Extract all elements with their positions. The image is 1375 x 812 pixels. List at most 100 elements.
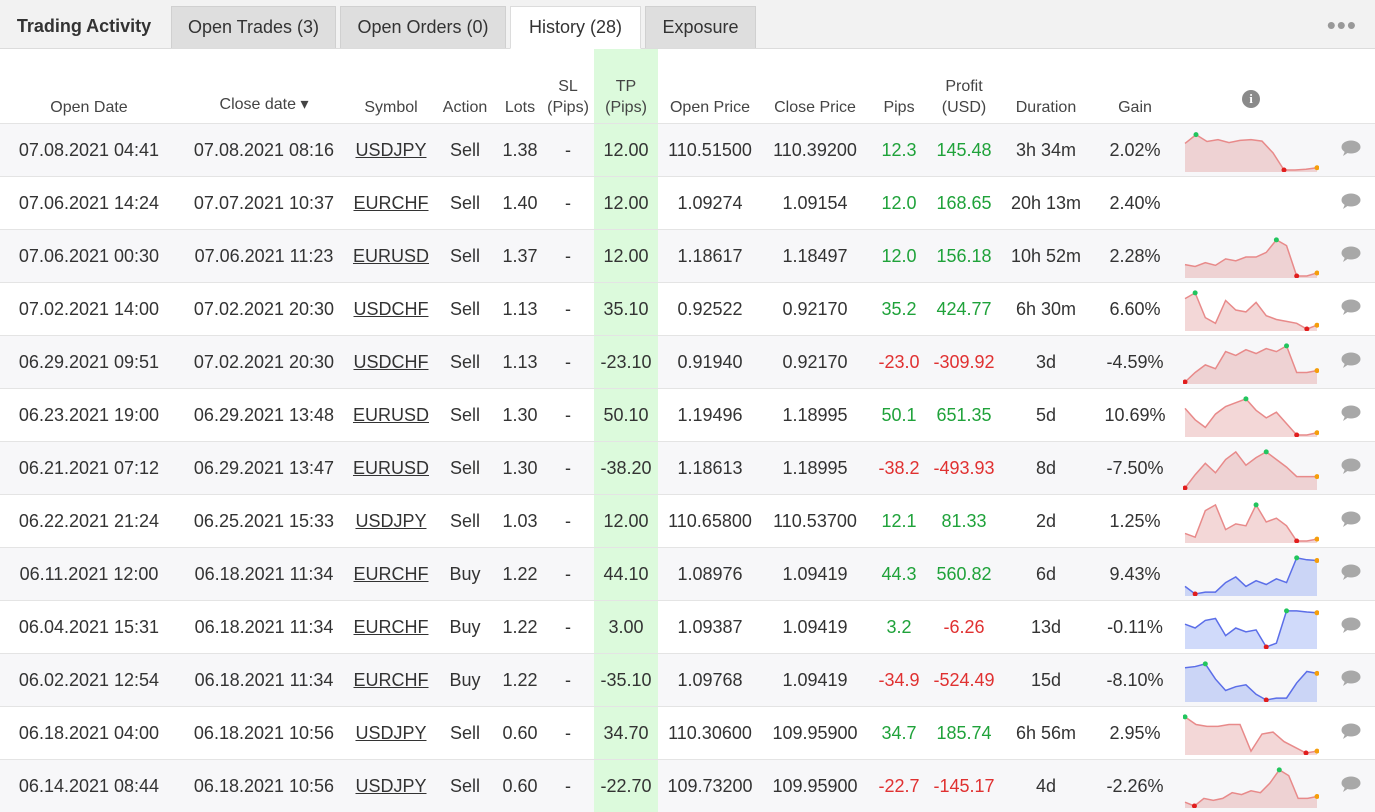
symbol-link-text[interactable]: EURCHF [354,564,429,584]
table-row[interactable]: 06.29.2021 09:5107.02.2021 20:30USDCHFSe… [0,336,1375,389]
comment-icon[interactable] [1340,298,1362,316]
table-row[interactable]: 06.11.2021 12:0006.18.2021 11:34EURCHFBu… [0,548,1375,601]
comment-icon[interactable] [1340,457,1362,475]
close-date-cell: 06.18.2021 11:34 [178,654,350,707]
table-row[interactable]: 06.23.2021 19:0006.29.2021 13:48EURUSDSe… [0,389,1375,442]
sl-cell: - [542,601,594,654]
symbol-link-text[interactable]: USDJPY [355,776,426,796]
symbol-link[interactable]: EURCHF [350,548,432,601]
symbol-link-text[interactable]: USDJPY [355,723,426,743]
comment-icon[interactable] [1340,351,1362,369]
symbol-link[interactable]: USDCHF [350,283,432,336]
col-close-price[interactable]: Close Price [762,49,868,124]
table-row[interactable]: 06.18.2021 04:0006.18.2021 10:56USDJPYSe… [0,707,1375,760]
symbol-link-text[interactable]: EURUSD [353,405,429,425]
tab-open-orders[interactable]: Open Orders (0) [340,6,506,48]
profit-cell: -493.93 [930,442,998,495]
comment-icon[interactable] [1340,669,1362,687]
symbol-link-text[interactable]: EURCHF [354,193,429,213]
comment-icon[interactable] [1340,775,1362,793]
symbol-link[interactable]: EURUSD [350,230,432,283]
comment-cell [1326,389,1375,442]
duration-cell: 8d [998,442,1094,495]
table-row[interactable]: 06.14.2021 08:4406.18.2021 10:56USDJPYSe… [0,760,1375,812]
pips-cell: 44.3 [868,548,930,601]
lots-cell: 0.60 [498,760,542,812]
open-date-cell: 07.08.2021 04:41 [0,124,178,177]
comment-icon[interactable] [1340,722,1362,740]
tp-cell: -35.10 [594,654,658,707]
col-sl[interactable]: SL(Pips) [542,49,594,124]
col-profit[interactable]: Profit(USD) [930,49,998,124]
profit-cell: 185.74 [930,707,998,760]
col-close-date[interactable]: Close date ▾ [178,49,350,124]
symbol-link[interactable]: USDJPY [350,707,432,760]
col-open-price[interactable]: Open Price [658,49,762,124]
open-price-cell: 109.73200 [658,760,762,812]
symbol-link[interactable]: EURCHF [350,601,432,654]
lots-cell: 1.13 [498,336,542,389]
action-cell: Sell [432,707,498,760]
symbol-link[interactable]: USDCHF [350,336,432,389]
table-row[interactable]: 06.02.2021 12:5406.18.2021 11:34EURCHFBu… [0,654,1375,707]
col-lots[interactable]: Lots [498,49,542,124]
close-date-cell: 06.25.2021 15:33 [178,495,350,548]
table-row[interactable]: 06.21.2021 07:1206.29.2021 13:47EURUSDSe… [0,442,1375,495]
open-date-cell: 06.23.2021 19:00 [0,389,178,442]
table-row[interactable]: 06.22.2021 21:2406.25.2021 15:33USDJPYSe… [0,495,1375,548]
symbol-link[interactable]: EURCHF [350,654,432,707]
sparkline-cell [1176,389,1326,442]
symbol-link-text[interactable]: USDCHF [354,299,429,319]
more-options-icon[interactable]: ••• [1327,10,1357,41]
symbol-link[interactable]: EURUSD [350,442,432,495]
col-duration[interactable]: Duration [998,49,1094,124]
col-action[interactable]: Action [432,49,498,124]
sparkline-area [1185,240,1317,278]
table-row[interactable]: 07.06.2021 14:2407.07.2021 10:37EURCHFSe… [0,177,1375,230]
comment-icon[interactable] [1340,616,1362,634]
symbol-link-text[interactable]: USDCHF [354,352,429,372]
tab-history[interactable]: History (28) [510,6,641,49]
col-open-date[interactable]: Open Date [0,49,178,124]
comment-icon[interactable] [1340,563,1362,581]
info-icon[interactable]: i [1242,90,1260,108]
table-row[interactable]: 07.06.2021 00:3007.06.2021 11:23EURUSDSe… [0,230,1375,283]
lots-cell: 1.30 [498,389,542,442]
tab-exposure[interactable]: Exposure [645,6,756,48]
table-row[interactable]: 07.02.2021 14:0007.02.2021 20:30USDCHFSe… [0,283,1375,336]
profit-cell: -524.49 [930,654,998,707]
close-price-cell: 110.53700 [762,495,868,548]
sparkline-high-point [1194,132,1199,137]
symbol-link-text[interactable]: EURUSD [353,246,429,266]
symbol-link[interactable]: USDJPY [350,495,432,548]
symbol-link-text[interactable]: EURUSD [353,458,429,478]
col-gain[interactable]: Gain [1094,49,1176,124]
symbol-link[interactable]: USDJPY [350,760,432,812]
symbol-link[interactable]: EURCHF [350,177,432,230]
col-tp[interactable]: TP(Pips) [594,49,658,124]
lots-cell: 1.40 [498,177,542,230]
col-pips[interactable]: Pips [868,49,930,124]
tab-open-trades[interactable]: Open Trades (3) [171,6,336,48]
symbol-link[interactable]: EURUSD [350,389,432,442]
symbol-link-text[interactable]: USDJPY [355,140,426,160]
open-price-cell: 1.19496 [658,389,762,442]
open-price-cell: 1.18613 [658,442,762,495]
comment-icon[interactable] [1340,139,1362,157]
sparkline-cell [1176,336,1326,389]
symbol-link-text[interactable]: USDJPY [355,511,426,531]
comment-icon[interactable] [1340,404,1362,422]
comment-icon[interactable] [1340,245,1362,263]
table-row[interactable]: 06.04.2021 15:3106.18.2021 11:34EURCHFBu… [0,601,1375,654]
pips-cell: 50.1 [868,389,930,442]
comment-icon[interactable] [1340,192,1362,210]
symbol-link-text[interactable]: EURCHF [354,670,429,690]
comment-icon[interactable] [1340,510,1362,528]
table-row[interactable]: 07.08.2021 04:4107.08.2021 08:16USDJPYSe… [0,124,1375,177]
sl-cell: - [542,760,594,812]
symbol-link[interactable]: USDJPY [350,124,432,177]
col-symbol[interactable]: Symbol [350,49,432,124]
trade-sparkline [1183,128,1319,172]
symbol-link-text[interactable]: EURCHF [354,617,429,637]
sparkline-high-point [1277,767,1282,772]
